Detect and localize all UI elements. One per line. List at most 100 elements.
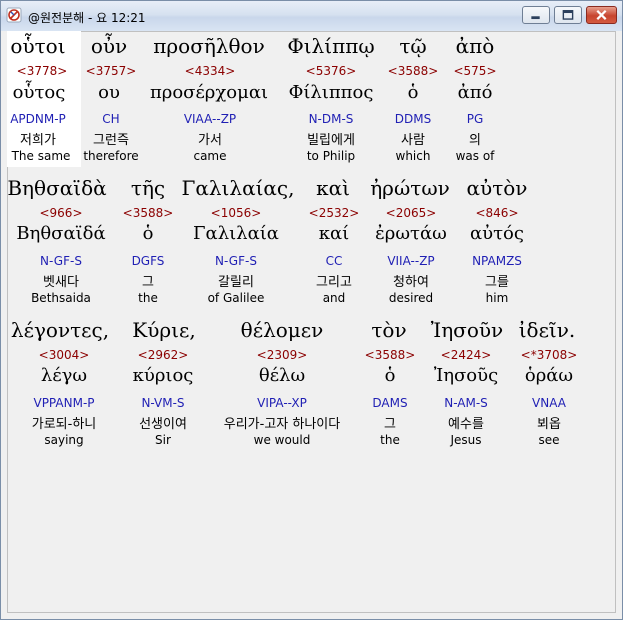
korean-gloss: 그리고 xyxy=(316,275,352,290)
korean-gloss: 그 xyxy=(384,417,396,432)
strong-number[interactable]: <575> xyxy=(447,64,503,78)
greek-word[interactable]: Ἰησοῦν xyxy=(421,318,513,342)
lemma: ὁ xyxy=(407,82,419,103)
greek-word[interactable]: τὸν xyxy=(361,318,417,342)
greek-word[interactable]: αὐτὸν xyxy=(459,176,535,200)
greek-word[interactable]: προσῆλθον xyxy=(151,34,267,58)
strong-number[interactable]: <3004> xyxy=(11,348,117,362)
app-icon xyxy=(6,7,22,23)
english-gloss: Sir xyxy=(155,433,171,447)
maximize-button[interactable] xyxy=(554,6,582,24)
korean-gloss: 예수를 xyxy=(448,417,484,432)
english-gloss: Bethsaida xyxy=(31,291,91,305)
strong-number[interactable]: <*3708> xyxy=(515,348,583,362)
interlinear-window: @원전분해 - 요 12:21 οὗτοι <3778> οὗτος APDNM… xyxy=(0,0,623,620)
greek-word[interactable]: καὶ xyxy=(303,176,363,200)
strong-number[interactable]: <2309> xyxy=(207,348,357,362)
english-gloss: him xyxy=(485,291,509,305)
parsing-code: NPAMZS xyxy=(472,254,522,268)
greek-word[interactable]: οὗτοι xyxy=(7,34,69,58)
greek-word[interactable]: τῆς xyxy=(121,176,175,200)
strong-number[interactable]: <4334> xyxy=(151,64,269,78)
english-gloss: and xyxy=(322,291,346,305)
greek-word[interactable]: Γαλιλαίας, xyxy=(179,176,297,200)
title-bar[interactable]: @원전분해 - 요 12:21 xyxy=(1,1,622,31)
korean-gloss: 그를 xyxy=(485,275,509,290)
greek-word[interactable]: οὖν xyxy=(83,34,135,58)
english-gloss: therefore xyxy=(83,149,139,163)
english-gloss: of Galilee xyxy=(207,291,265,305)
greek-word[interactable]: θέλομεν xyxy=(207,318,357,342)
lemma: ὁράω xyxy=(524,365,574,386)
greek-word[interactable]: λέγοντες, xyxy=(7,318,113,342)
english-gloss: the xyxy=(138,291,158,305)
korean-gloss: 청하여 xyxy=(393,275,429,290)
korean-gloss: 그런즉 xyxy=(93,133,129,148)
strong-number[interactable]: <2065> xyxy=(367,206,455,220)
strong-number[interactable]: <3588> xyxy=(361,348,419,362)
greek-word[interactable]: ἠρώτων xyxy=(365,176,455,200)
korean-gloss: 빌립에게 xyxy=(307,133,355,148)
lemma: Φίλιππος xyxy=(288,82,374,103)
maximize-icon xyxy=(562,10,574,20)
english-gloss: The same xyxy=(11,149,71,163)
parsing-code: N-GF-S xyxy=(40,254,82,268)
korean-gloss: 저희가 xyxy=(20,133,56,148)
strong-number[interactable]: <2962> xyxy=(123,348,203,362)
english-gloss: came xyxy=(193,149,227,163)
english-gloss: desired xyxy=(388,291,434,305)
greek-word[interactable]: ἰδεῖν. xyxy=(515,318,579,342)
lemma: κύριος xyxy=(132,365,194,386)
parsing-code: APDNM-P xyxy=(10,112,66,126)
lemma: Γαλιλαία xyxy=(193,223,279,244)
lemma: ὁ xyxy=(384,365,396,386)
greek-word[interactable]: Φιλίππῳ xyxy=(283,34,379,58)
strong-number[interactable]: <3588> xyxy=(119,206,177,220)
strong-number[interactable]: <846> xyxy=(459,206,535,220)
greek-word[interactable]: Βηθσαϊδὰ xyxy=(7,176,107,200)
lemma: οὗτος xyxy=(12,82,66,103)
korean-gloss: 사람 xyxy=(401,133,425,148)
close-icon xyxy=(596,9,607,20)
english-gloss: we would xyxy=(253,433,311,447)
korean-gloss: 가로되-하니 xyxy=(31,417,97,432)
parsing-code: DGFS xyxy=(131,254,165,268)
korean-gloss: 의 xyxy=(469,133,481,148)
korean-gloss: 벳새다 xyxy=(43,275,79,290)
korean-gloss: 우리가-고자 하나이다 xyxy=(223,417,341,432)
lemma: καί xyxy=(318,223,350,244)
parsing-code: PG xyxy=(466,112,484,126)
english-gloss: was of xyxy=(455,149,495,163)
lemma: Ἰησοῦς xyxy=(433,365,499,386)
strong-number[interactable]: <2532> xyxy=(303,206,365,220)
parsing-code: VPPANM-P xyxy=(33,396,95,410)
lemma: Βηθσαϊδά xyxy=(16,223,106,244)
parsing-code: N-AM-S xyxy=(444,396,488,410)
strong-number[interactable]: <3588> xyxy=(384,64,442,78)
parsing-code: N-VM-S xyxy=(141,396,185,410)
greek-word[interactable]: τῷ xyxy=(386,34,440,58)
strong-number[interactable]: <3757> xyxy=(83,64,139,78)
korean-gloss: 가서 xyxy=(198,133,222,148)
close-button[interactable] xyxy=(586,6,617,24)
parsing-code: VNAA xyxy=(532,396,566,410)
parsing-code: VIPA--XP xyxy=(257,396,307,410)
lemma: λέγω xyxy=(40,365,88,386)
lemma: ὁ xyxy=(142,223,154,244)
lemma: ἀπό xyxy=(457,82,493,103)
strong-number[interactable]: <966> xyxy=(13,206,109,220)
strong-number[interactable]: <5376> xyxy=(283,64,379,78)
parsing-code: CC xyxy=(325,254,343,268)
parsing-code: DAMS xyxy=(372,396,408,410)
minimize-button[interactable] xyxy=(522,6,550,24)
english-gloss: Jesus xyxy=(450,433,482,447)
strong-number[interactable]: <3778> xyxy=(7,64,77,78)
parsing-code: CH xyxy=(102,112,120,126)
english-gloss: the xyxy=(380,433,400,447)
strong-number[interactable]: <2424> xyxy=(421,348,511,362)
lemma: ἐρωτάω xyxy=(375,223,447,244)
english-gloss: which xyxy=(395,149,431,163)
greek-word[interactable]: Κύριε, xyxy=(123,318,205,342)
strong-number[interactable]: <1056> xyxy=(181,206,291,220)
greek-word[interactable]: ἀπὸ xyxy=(447,34,503,58)
